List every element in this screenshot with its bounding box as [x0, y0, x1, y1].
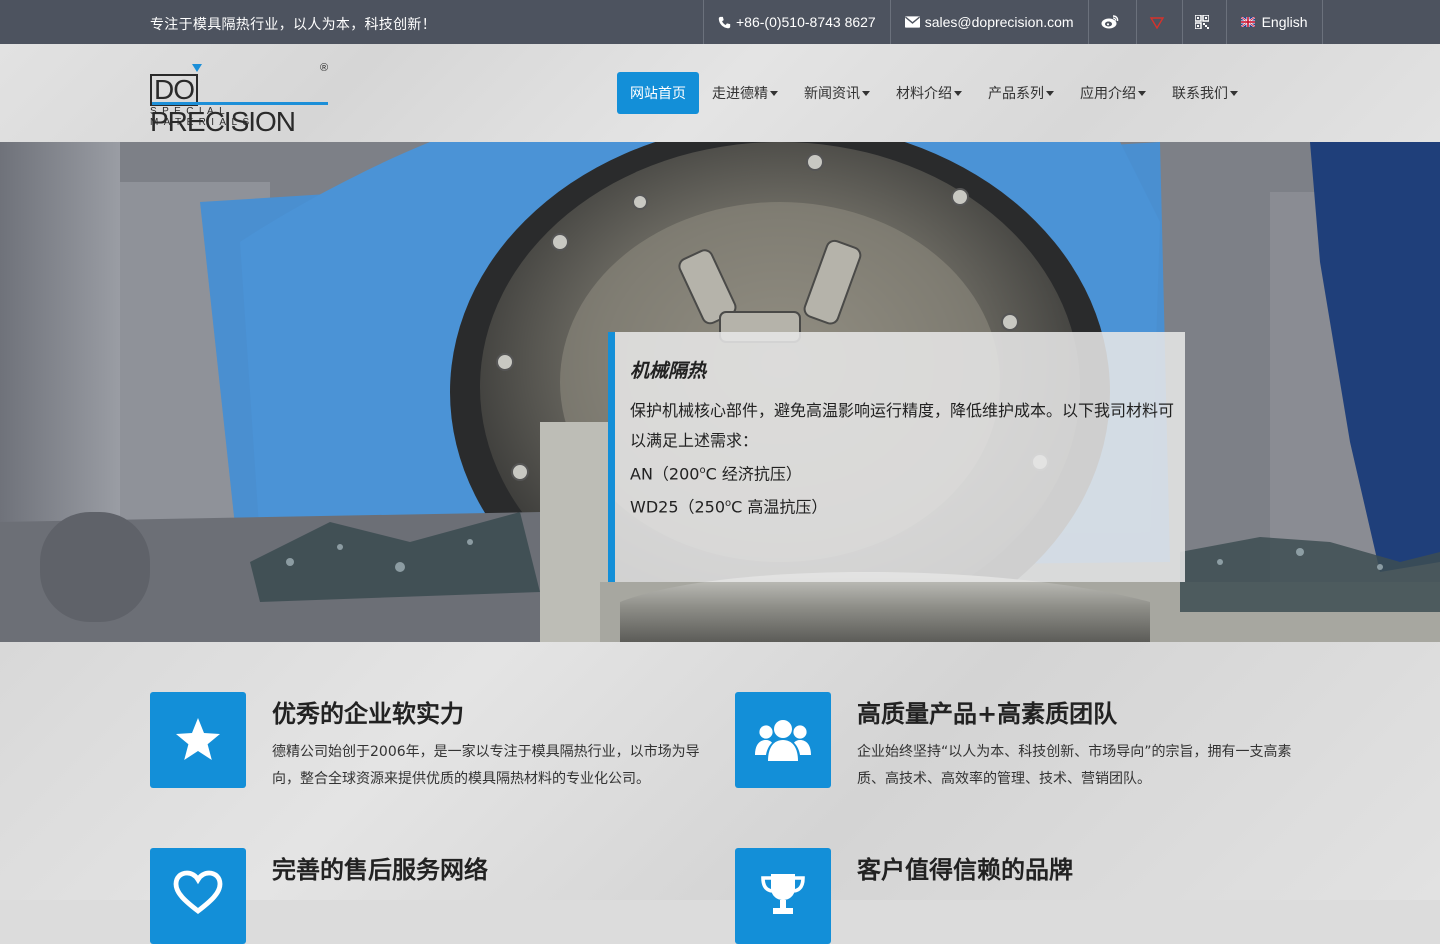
hero-title: 机械隔热 — [630, 360, 707, 382]
users-icon — [755, 720, 811, 761]
phone-link[interactable]: +86-(0)510-8743 8627 — [704, 0, 891, 44]
feature-title: 优秀的企业软实力 — [272, 700, 464, 728]
phone-icon — [718, 16, 731, 28]
hero-caption: 机械隔热 保护机械核心部件，避免高温影响运行精度，降低维护成本。以下我司材料可以… — [608, 332, 1185, 582]
caret-down-icon — [862, 90, 870, 96]
slogan: 专注于模具隔热行业，以人为本，科技创新！ — [150, 17, 436, 33]
logo-mark — [192, 64, 202, 72]
top-links: +86-(0)510-8743 8627 sales@doprecision.c… — [703, 0, 1323, 44]
feature-title: 完善的售后服务网络 — [272, 856, 488, 884]
language-label: English — [1261, 14, 1308, 30]
feature-icon-box — [150, 848, 246, 944]
star-icon — [176, 718, 220, 760]
hero-banner[interactable]: 机械隔热 保护机械核心部件，避免高温影响运行精度，降低维护成本。以下我司材料可以… — [0, 142, 1440, 642]
top-bar: 专注于模具隔热行业，以人为本，科技创新！ +86-(0)510-8743 862… — [0, 0, 1440, 44]
caret-down-icon — [1046, 90, 1054, 96]
caret-down-icon — [770, 90, 778, 96]
nav-news[interactable]: 新闻资讯 — [791, 72, 883, 114]
email-link[interactable]: sales@doprecision.com — [891, 0, 1089, 44]
main-nav: 网站首页 走进德精 新闻资讯 材料介绍 产品系列 应用介绍 联系我们 — [617, 72, 1251, 114]
hero-material-wd25: WD25（250oC 高温抗压） — [630, 497, 828, 517]
weibo-icon — [1101, 15, 1118, 29]
nav-home[interactable]: 网站首页 — [617, 72, 699, 114]
feature-icon-box — [735, 692, 831, 788]
nav-products[interactable]: 产品系列 — [975, 72, 1067, 114]
caret-down-icon — [1230, 90, 1238, 96]
nav-materials[interactable]: 材料介绍 — [883, 72, 975, 114]
caret-down-icon — [1138, 90, 1146, 96]
uk-flag-icon — [1240, 17, 1255, 27]
logo-tagline: SPECIAL MATERIALS — [150, 106, 255, 128]
nav-applications[interactable]: 应用介绍 — [1067, 72, 1159, 114]
caret-down-icon — [954, 90, 962, 96]
envelope-icon — [904, 16, 920, 28]
registered-mark: ® — [320, 62, 329, 74]
tmall-icon — [1149, 17, 1164, 29]
weibo-link[interactable] — [1089, 0, 1137, 44]
feature-title: 客户值得信赖的品牌 — [857, 856, 1073, 884]
feature-title: 高质量产品+高素质团队 — [857, 700, 1118, 728]
hero-description: 保护机械核心部件，避免高温影响运行精度，降低维护成本。以下我司材料可以满足上述需… — [630, 401, 1175, 450]
hero-body: 保护机械核心部件，避免高温影响运行精度，降低维护成本。以下我司材料可以满足上述需… — [630, 396, 1175, 523]
feature-icon-box — [150, 692, 246, 788]
logo-underline — [152, 102, 328, 105]
language-switch[interactable]: English — [1227, 0, 1323, 44]
features-section: 优秀的企业软实力 德精公司始创于2006年，是一家以专注于模具隔热行业，以市场为… — [0, 642, 1440, 944]
heart-icon — [173, 870, 223, 914]
nav-about[interactable]: 走进德精 — [699, 72, 791, 114]
header: DOPRECISION ® SPECIAL MATERIALS 网站首页 走进德… — [0, 44, 1440, 142]
email-text: sales@doprecision.com — [924, 14, 1074, 30]
feature-text: 企业始终坚持“以人为本、科技创新、市场导向”的宗旨，拥有一支高素质、高技术、高效… — [857, 744, 1292, 787]
trophy-icon — [761, 874, 805, 914]
tmall-link[interactable] — [1137, 0, 1183, 44]
feature-text: 德精公司始创于2006年，是一家以专注于模具隔热行业，以市场为导向，整合全球资源… — [272, 744, 700, 787]
nav-contact[interactable]: 联系我们 — [1159, 72, 1251, 114]
hero-material-an: AN（200oC 经济抗压） — [630, 464, 802, 484]
qrcode-icon — [1194, 15, 1209, 29]
feature-icon-box — [735, 848, 831, 944]
phone-text: +86-(0)510-8743 8627 — [736, 14, 876, 30]
qrcode-link[interactable] — [1183, 0, 1227, 44]
logo[interactable]: DOPRECISION ® SPECIAL MATERIALS — [150, 62, 335, 137]
